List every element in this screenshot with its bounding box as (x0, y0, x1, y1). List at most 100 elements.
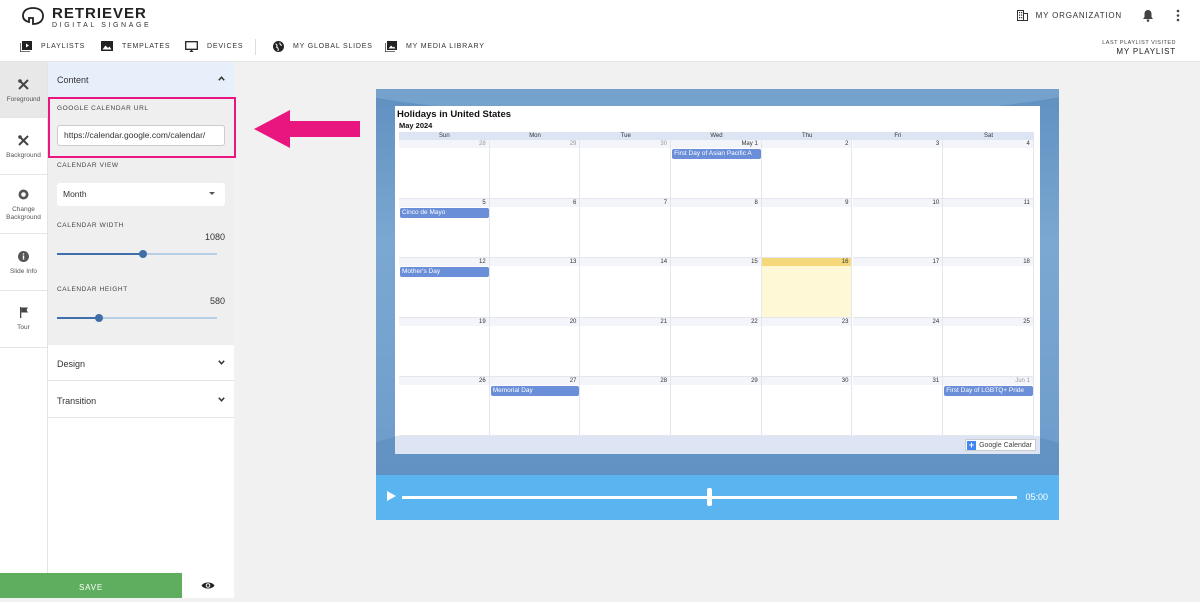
info-icon (18, 251, 29, 262)
calendar-title: Holidays in United States (397, 109, 512, 120)
calendar-day-header: Sun Mon Tue Wed Thu Fri Sat (399, 132, 1034, 140)
calendar-day-number: 29 (751, 377, 758, 384)
calendar-day-number: 18 (1023, 259, 1030, 266)
calendar-day-cell[interactable]: 23 (761, 317, 853, 377)
calendar-height-label: CALENDAR HEIGHT (57, 286, 128, 293)
design-section-header[interactable]: Design (48, 345, 234, 381)
calendar-event[interactable]: Memorial Day (490, 385, 580, 396)
calendar-day-cell-header: 4 (943, 140, 1033, 148)
calendar-day-cell-header: 30 (580, 140, 671, 148)
google-calendar-embed[interactable]: Holidays in United States May 2024 Sun M… (395, 106, 1040, 454)
last-visited-value[interactable]: MY PLAYLIST (1102, 47, 1176, 56)
calendar-day-cell[interactable]: 28 (580, 376, 672, 436)
preview-button[interactable] (182, 573, 234, 598)
calendar-event[interactable]: First Day of Asian Pacific A (672, 149, 761, 159)
last-playlist-visited[interactable]: LAST PLAYLIST VISITED MY PLAYLIST (1102, 40, 1176, 56)
sidebar-item-background[interactable]: Background (0, 118, 47, 174)
calendar-day-number: 27 (569, 377, 577, 384)
playback-scrubber[interactable] (707, 488, 712, 506)
calendar-day-cell[interactable]: 10 (852, 199, 944, 259)
day-name: Fri (894, 133, 902, 139)
calendar-day-number: 23 (841, 318, 849, 325)
calendar-day-cell[interactable]: 31 (852, 376, 944, 436)
calendar-day-cell[interactable]: 25 (943, 317, 1034, 377)
calendar-day-cell[interactable]: 26 (399, 376, 490, 436)
calendar-day-number: 19 (479, 318, 486, 325)
calendar-view-select[interactable]: Month (57, 183, 225, 206)
nav-media-library-label: MY MEDIA LIBRARY (406, 43, 485, 50)
slider-fill (57, 317, 99, 319)
calendar-day-cell[interactable]: 2 (761, 140, 853, 200)
calendar-day-cell[interactable]: 22 (671, 317, 762, 377)
calendar-day-cell[interactable]: 14 (580, 258, 672, 318)
slider-handle[interactable] (94, 314, 103, 322)
calendar-day-cell[interactable]: 18 (943, 258, 1034, 318)
calendar-day-cell[interactable]: 30 (580, 140, 672, 200)
calendar-day-cell[interactable]: 20 (489, 317, 581, 377)
calendar-day-cell[interactable]: 6 (489, 199, 581, 259)
content-section-header[interactable]: Content (48, 62, 234, 97)
sidebar-item-foreground[interactable]: Foreground (0, 62, 47, 117)
sidebar-item-change-background[interactable]: Change Background (0, 175, 47, 233)
calendar-width-slider[interactable] (57, 250, 217, 258)
google-calendar-badge[interactable]: + Google Calendar (965, 439, 1036, 451)
calendar-day-cell[interactable]: 24 (852, 317, 944, 377)
bell-icon[interactable] (1142, 9, 1154, 22)
slider-fill (57, 253, 144, 255)
nav-playlists[interactable]: PLAYLISTS (20, 41, 85, 52)
calendar-day-cell[interactable]: 17 (852, 258, 944, 318)
calendar-event[interactable]: Cinco de Mayo (400, 208, 489, 219)
calendar-event[interactable]: First Day of LGBTQ+ Pride (944, 385, 1033, 396)
chevron-up-icon (218, 76, 225, 81)
calendar-day-cell[interactable]: 19 (399, 317, 490, 377)
calendar-day-cell[interactable]: 11 (943, 199, 1034, 259)
calendar-day-cell[interactable]: 13 (489, 258, 581, 318)
day-name: Sat (984, 133, 994, 139)
calendar-day-cell[interactable]: 4 (943, 140, 1034, 200)
sidebar-item-label: Tour (17, 324, 30, 331)
calendar-day-cell-header: 10 (852, 199, 943, 208)
calendar-day-cell[interactable]: 29 (671, 376, 762, 436)
calendar-day-cell-header: 17 (852, 258, 943, 267)
calendar-day-number: 30 (841, 377, 849, 384)
more-options-icon[interactable] (1176, 9, 1180, 22)
logo[interactable]: RETRIEVER DIGITAL SIGNAGE (20, 6, 151, 29)
slider-handle[interactable] (139, 250, 148, 258)
calendar-day-cell[interactable]: 7 (580, 199, 672, 259)
calendar-day-cell[interactable]: 29 (489, 140, 581, 200)
calendar-height-slider[interactable] (57, 314, 217, 322)
calendar-day-cell-header: 15 (671, 258, 761, 267)
nav-global-slides[interactable]: MY GLOBAL SLIDES (273, 41, 373, 52)
dropdown-arrow-icon (209, 192, 215, 195)
calendar-event[interactable]: Mother's Day (400, 267, 489, 278)
calendar-day-cell[interactable]: 3 (852, 140, 944, 200)
nav-media-library[interactable]: MY MEDIA LIBRARY (385, 41, 485, 52)
sidebar-item-slide-info[interactable]: Slide Info (0, 234, 47, 290)
calendar-day-cell[interactable]: 28 (399, 140, 490, 200)
save-button[interactable]: SAVE (0, 573, 182, 598)
sidebar-item-label: Background (6, 152, 41, 159)
calendar-day-cell[interactable]: 9 (761, 199, 853, 259)
day-name: Tue (620, 133, 631, 139)
transition-section-header[interactable]: Transition (48, 382, 234, 418)
calendar-day-number: 16 (841, 259, 849, 266)
calendar-width-value: 1080 (204, 232, 225, 242)
calendar-day-cell[interactable]: 15 (671, 258, 762, 318)
sidebar-item-tour[interactable]: Tour (0, 291, 47, 347)
globe-icon (273, 41, 284, 52)
calendar-day-cell-header: 29 (671, 376, 761, 385)
content-section-title: Content (57, 75, 89, 85)
organization-menu[interactable]: MY ORGANIZATION (1016, 10, 1122, 21)
day-name: Thu (801, 133, 813, 139)
calendar-day-number: 9 (845, 200, 849, 207)
calendar-day-number: 12 (479, 259, 486, 266)
calendar-day-cell-header: Jun 1 (943, 376, 1033, 385)
nav-devices[interactable]: DEVICES (185, 41, 243, 52)
playlist-icon (20, 41, 32, 52)
calendar-day-cell[interactable]: 16 (761, 258, 853, 318)
play-icon[interactable] (387, 491, 396, 501)
calendar-day-cell[interactable]: 30 (761, 376, 853, 436)
nav-templates[interactable]: TEMPLATES (101, 41, 170, 51)
calendar-day-cell[interactable]: 8 (671, 199, 762, 259)
calendar-day-cell[interactable]: 21 (580, 317, 672, 377)
